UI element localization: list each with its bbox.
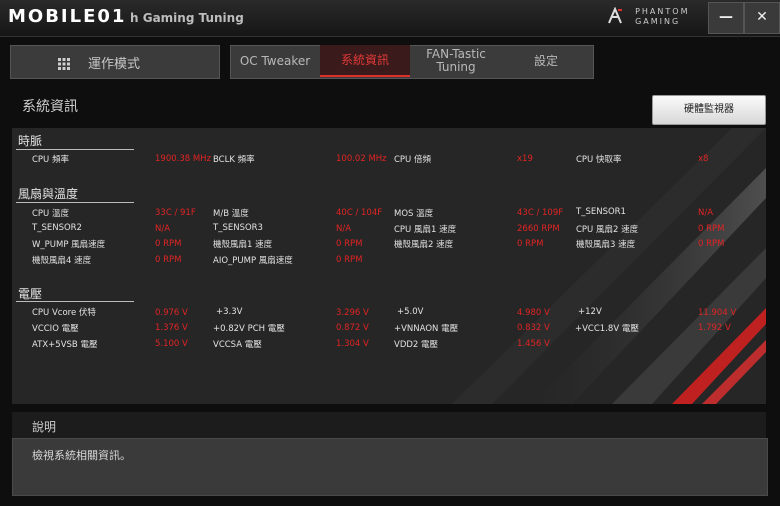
value-mb-temp: 40C / 104F xyxy=(336,208,383,218)
section-fan-temp-title: 風扇與溫度 xyxy=(18,187,79,201)
tab-oc-tweaker[interactable]: OC Tweaker xyxy=(232,45,318,77)
value-0v82-pch: 0.872 V xyxy=(336,323,369,333)
value-cpu-vcore: 0.976 V xyxy=(155,308,188,318)
phantom-gaming-logo: PHANTOM GAMING xyxy=(606,6,689,28)
app-title: h Gaming Tuning xyxy=(130,11,244,25)
section-clock-title: 時脈 xyxy=(18,134,43,148)
value-mos-temp: 43C / 109F xyxy=(517,208,564,218)
description-header xyxy=(12,412,766,438)
description-text: 檢視系統相關資訊。 xyxy=(32,449,131,462)
label-cpu-temp: CPU 溫度 xyxy=(32,209,69,219)
label-w-pump-speed: W_PUMP 風扇速度 xyxy=(32,240,106,250)
divider xyxy=(16,202,134,203)
value-12v: 11.904 V xyxy=(698,308,737,318)
label-mos-temp: MOS 溫度 xyxy=(394,209,434,219)
value-3v3: 3.296 V xyxy=(336,308,369,318)
value-5v: 4.980 V xyxy=(517,308,550,318)
label-t-sensor3: T_SENSOR3 xyxy=(213,223,263,233)
value-t-sensor1: N/A xyxy=(698,208,714,218)
divider xyxy=(16,301,134,302)
label-vcc1v8: +VCC1.8V 電壓 xyxy=(575,324,639,334)
value-vnnaon: 0.832 V xyxy=(517,323,550,333)
label-aio-pump-speed: AIO_PUMP 風扇速度 xyxy=(213,256,293,266)
label-0v82-pch: +0.82V PCH 電壓 xyxy=(213,324,285,334)
value-atx-5vsb: 5.100 V xyxy=(155,339,188,349)
label-5v: +5.0V xyxy=(397,307,424,317)
value-chassis-fan3-speed: 0 RPM xyxy=(698,239,725,249)
label-chassis-fan4-speed: 機殼風扇4 速度 xyxy=(32,256,92,266)
value-vccsa: 1.304 V xyxy=(336,339,369,349)
hardware-monitor-button[interactable]: 硬體監視器 xyxy=(652,95,766,125)
value-chassis-fan2-speed: 0 RPM xyxy=(517,239,544,249)
value-vcc1v8: 1.792 V xyxy=(698,323,731,333)
value-cpu-fan1-speed: 2660 RPM xyxy=(517,224,560,234)
label-cpu-frequency: CPU 頻率 xyxy=(32,155,69,165)
tab-system-info[interactable]: 系統資訊 xyxy=(320,45,410,77)
label-vnnaon: +VNNAON 電壓 xyxy=(394,324,459,334)
tab-fan-tastic-tuning[interactable]: FAN-Tastic Tuning xyxy=(412,45,500,77)
operation-mode-label: 運作模式 xyxy=(88,57,141,72)
value-cpu-fan2-speed: 0 RPM xyxy=(698,224,725,234)
label-chassis-fan2-speed: 機殼風扇2 速度 xyxy=(394,240,454,250)
description-title: 說明 xyxy=(32,420,57,434)
value-cpu-cache-ratio: x8 xyxy=(698,154,709,164)
value-cpu-temp: 33C / 91F xyxy=(155,208,196,218)
label-bclk-frequency: BCLK 頻率 xyxy=(213,155,255,165)
label-cpu-multiplier: CPU 倍頻 xyxy=(394,155,431,165)
label-vccio: VCCIO 電壓 xyxy=(32,324,79,334)
label-12v: +12V xyxy=(578,307,602,317)
value-bclk-frequency: 100.02 MHz xyxy=(336,154,387,164)
label-cpu-fan1-speed: CPU 風扇1 速度 xyxy=(394,225,457,235)
label-t-sensor2: T_SENSOR2 xyxy=(32,223,82,233)
value-cpu-frequency: 1900.38 MHz xyxy=(155,154,212,164)
label-cpu-fan2-speed: CPU 風扇2 速度 xyxy=(576,225,639,235)
close-button[interactable]: ✕ xyxy=(744,2,780,34)
label-3v3: +3.3V xyxy=(216,307,243,317)
phantom-gaming-icon xyxy=(606,6,624,25)
value-chassis-fan1-speed: 0 RPM xyxy=(336,239,363,249)
page-title: 系統資訊 xyxy=(22,99,78,115)
value-vccio: 1.376 V xyxy=(155,323,188,333)
value-vdd2: 1.456 V xyxy=(517,339,550,349)
label-t-sensor1: T_SENSOR1 xyxy=(576,207,626,217)
label-mb-temp: M/B 溫度 xyxy=(213,209,249,219)
value-cpu-multiplier: x19 xyxy=(517,154,533,164)
minimize-button[interactable]: — xyxy=(708,2,744,34)
divider xyxy=(16,149,134,150)
watermark-logo: MOBILE01 xyxy=(8,6,127,27)
background-streaks xyxy=(452,128,766,404)
label-cpu-cache-ratio: CPU 快取率 xyxy=(576,155,622,165)
value-w-pump-speed: 0 RPM xyxy=(155,239,182,249)
system-info-panel: 時脈 CPU 頻率 1900.38 MHz BCLK 頻率 100.02 MHz… xyxy=(12,128,766,404)
value-t-sensor2: N/A xyxy=(155,224,171,234)
value-t-sensor3: N/A xyxy=(336,224,352,234)
section-voltage-title: 電壓 xyxy=(18,287,43,301)
label-vdd2: VDD2 電壓 xyxy=(394,340,439,350)
label-atx-5vsb: ATX+5VSB 電壓 xyxy=(32,340,98,350)
grid-icon xyxy=(58,55,70,74)
label-chassis-fan1-speed: 機殼風扇1 速度 xyxy=(213,240,273,250)
value-chassis-fan4-speed: 0 RPM xyxy=(155,255,182,265)
label-vccsa: VCCSA 電壓 xyxy=(213,340,262,350)
tab-settings[interactable]: 設定 xyxy=(502,45,590,77)
value-aio-pump-speed: 0 RPM xyxy=(336,255,363,265)
label-cpu-vcore: CPU Vcore 伏特 xyxy=(32,308,96,318)
label-chassis-fan3-speed: 機殼風扇3 速度 xyxy=(576,240,636,250)
